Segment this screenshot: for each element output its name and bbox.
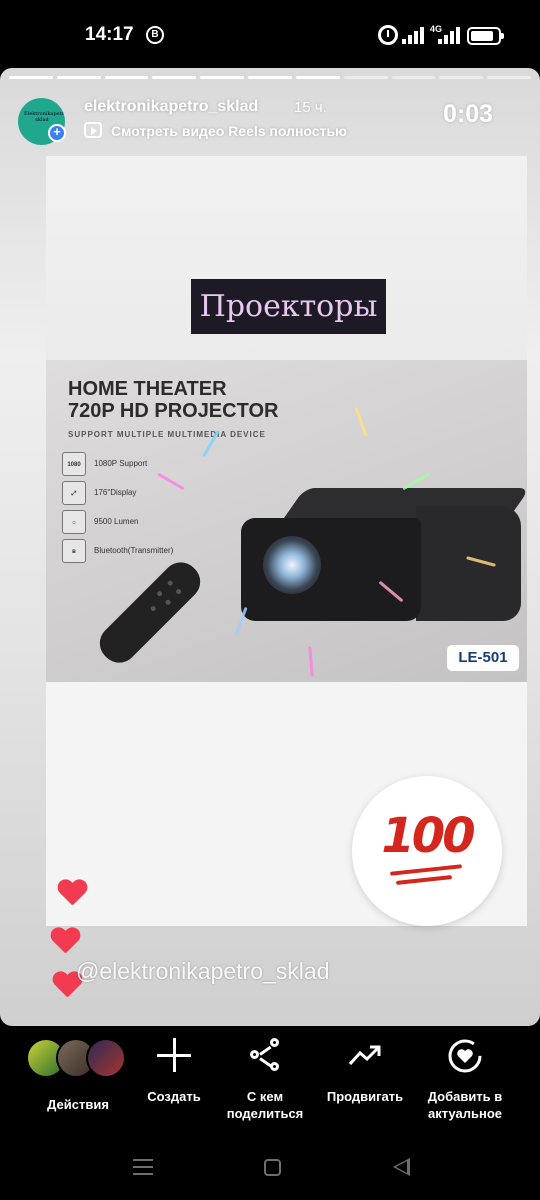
- progress-segment: [200, 76, 245, 79]
- avatar-text: Elektronikapetro sklad: [24, 111, 65, 123]
- bulb-icon: ☼: [62, 510, 86, 534]
- progress-segment: [487, 76, 531, 79]
- time-ago: 15 ч.: [294, 99, 327, 116]
- story-viewer[interactable]: Проекторы HOME THEATER 720P HD PROJECTOR…: [0, 68, 540, 1026]
- feature-label: 176"Display: [94, 488, 137, 497]
- feature-label: 1080P Support: [94, 459, 148, 468]
- battery-icon: [467, 27, 504, 45]
- title-badge: Проекторы: [191, 279, 386, 334]
- activity-button[interactable]: Действия: [18, 1038, 138, 1113]
- progress-segment: [104, 76, 149, 79]
- add-story-icon[interactable]: +: [48, 124, 66, 142]
- hundred-sticker: 100: [352, 776, 502, 926]
- highlight-heart-icon: [447, 1038, 483, 1073]
- progress-segment: [9, 76, 53, 79]
- progress-segment: [391, 76, 436, 79]
- hundred-text: 100: [381, 808, 475, 864]
- remote-image: [92, 554, 208, 671]
- progress-segment: [343, 76, 388, 79]
- create-button[interactable]: Создать: [138, 1038, 210, 1105]
- product-title-line1: HOME THEATER: [68, 378, 227, 400]
- share-label-line1: С кем: [246, 1089, 284, 1104]
- expand-icon: ⤢: [62, 481, 86, 505]
- share-button[interactable]: С кем поделиться: [220, 1038, 310, 1122]
- create-label: Создать: [147, 1089, 201, 1104]
- menu-icon[interactable]: [133, 1159, 153, 1175]
- resolution-icon: 1080: [62, 452, 86, 476]
- highlight-label-line1: Добавить в: [427, 1089, 503, 1104]
- heart-icon: [50, 928, 80, 956]
- model-badge: LE-501: [447, 645, 519, 671]
- highlight-label-line2: актуальное: [428, 1106, 502, 1121]
- signal-icon-2: [438, 26, 462, 44]
- product-title-line2: 720P HD PROJECTOR: [68, 400, 279, 422]
- activity-label: Действия: [47, 1097, 109, 1112]
- plus-icon: [157, 1038, 191, 1072]
- promote-button[interactable]: Продвигать: [320, 1038, 410, 1105]
- home-icon[interactable]: [264, 1159, 281, 1176]
- mention-sticker[interactable]: @elektronikapetro_sklad: [76, 958, 329, 985]
- progress-segment: [248, 76, 292, 79]
- progress-segment: [295, 76, 340, 79]
- product-subtitle: SUPPORT MULTIPLE MULTIMEDIA DEVICE: [68, 430, 266, 439]
- story-header: Elektronikapetro sklad + elektronikapetr…: [18, 98, 528, 145]
- bluetooth-icon: ʙ: [62, 539, 86, 563]
- alarm-icon: [378, 25, 398, 45]
- trending-icon: [348, 1038, 382, 1072]
- heart-icon: [57, 880, 87, 908]
- reels-link[interactable]: Смотреть видео Reels полностью: [111, 123, 347, 139]
- signal-icon: [402, 26, 426, 44]
- product-image: HOME THEATER 720P HD PROJECTOR SUPPORT M…: [46, 360, 527, 682]
- back-icon[interactable]: [393, 1158, 410, 1176]
- share-icon: [248, 1038, 282, 1072]
- status-time: 14:17: [85, 24, 134, 45]
- feature-label: Bluetooth(Transmitter): [94, 546, 174, 555]
- story-actions: Действия Создать С кем поделиться Продви…: [0, 1026, 540, 1138]
- reels-icon[interactable]: [84, 122, 102, 138]
- system-navbar: [0, 1138, 540, 1200]
- story-progress: [9, 76, 531, 80]
- username[interactable]: elektronikapetro_sklad: [84, 98, 258, 116]
- status-bar: 14:17 B 4G: [0, 0, 540, 68]
- promote-label: Продвигать: [326, 1089, 404, 1104]
- projector-image: [241, 488, 527, 623]
- story-image: Проекторы HOME THEATER 720P HD PROJECTOR…: [46, 156, 527, 926]
- highlight-button[interactable]: Добавить в актуальное: [420, 1038, 510, 1122]
- avatar: [86, 1038, 126, 1078]
- video-timer: 0:03: [443, 100, 494, 128]
- progress-segment: [56, 76, 101, 79]
- lens-icon: [263, 536, 321, 594]
- share-label-line2: поделиться: [226, 1106, 304, 1121]
- product-title: HOME THEATER 720P HD PROJECTOR: [68, 378, 278, 422]
- vk-icon: B: [146, 26, 164, 44]
- viewers-avatars: [26, 1038, 130, 1084]
- progress-segment: [152, 76, 197, 79]
- progress-segment: [439, 76, 484, 79]
- feature-label: 9500 Lumen: [94, 517, 139, 526]
